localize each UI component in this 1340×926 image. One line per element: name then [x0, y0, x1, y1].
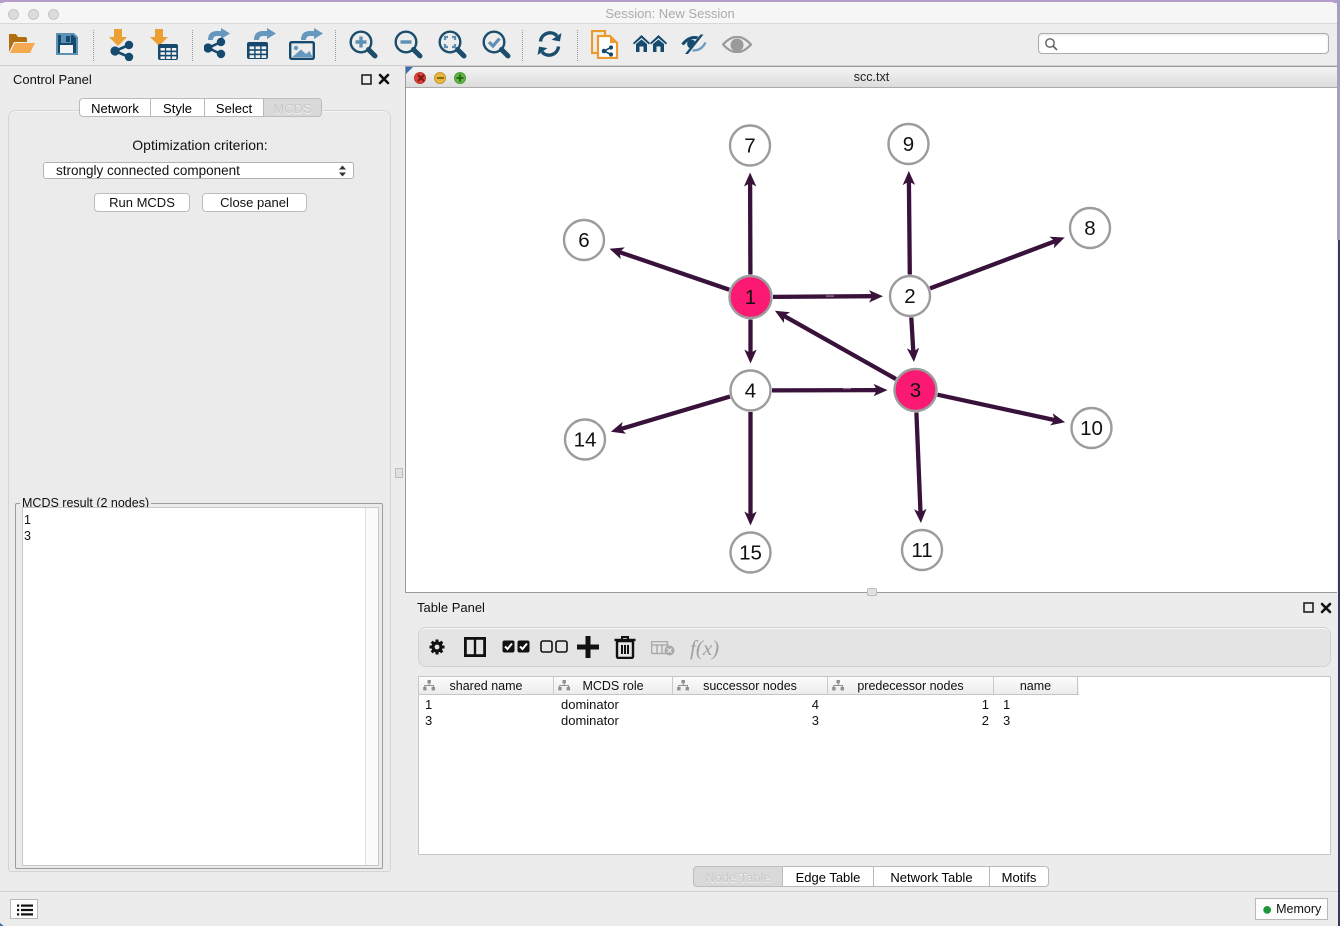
svg-text:9: 9	[903, 133, 914, 156]
svg-text:8: 8	[1084, 217, 1095, 240]
svg-text:15: 15	[739, 542, 762, 565]
svg-text:3: 3	[910, 379, 921, 402]
svg-text:11: 11	[911, 539, 932, 562]
svg-text:6: 6	[578, 229, 589, 252]
svg-text:14: 14	[574, 429, 597, 452]
svg-text:1: 1	[745, 286, 756, 309]
svg-text:10: 10	[1080, 417, 1103, 440]
svg-text:7: 7	[744, 135, 755, 158]
svg-text:2: 2	[904, 285, 915, 308]
svg-text:4: 4	[745, 380, 756, 403]
